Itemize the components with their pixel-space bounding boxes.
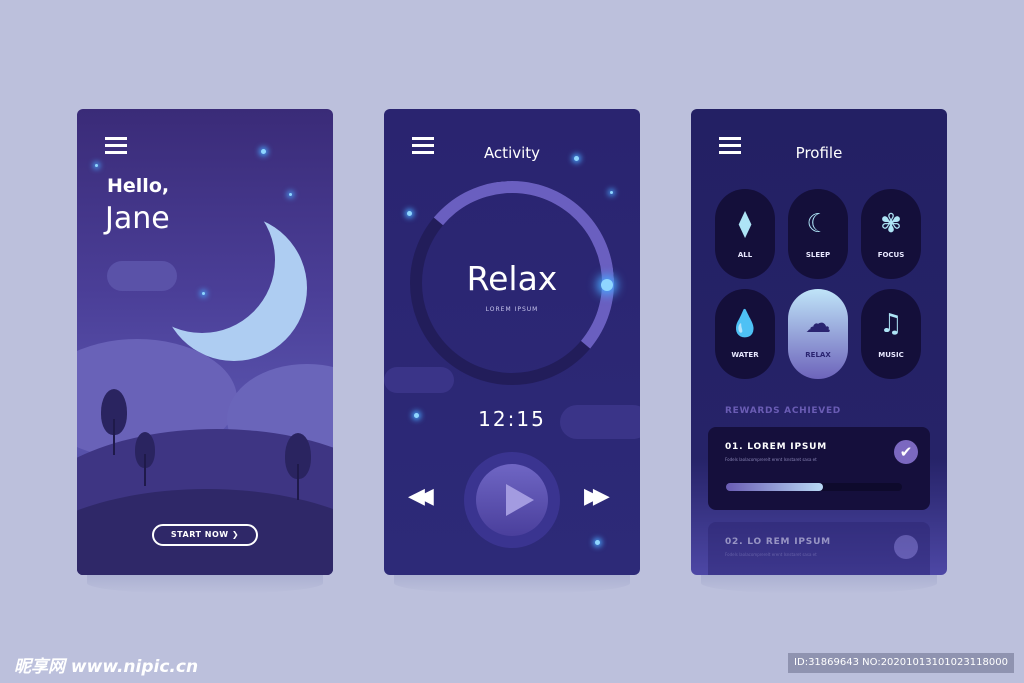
tree-trunk <box>297 464 299 500</box>
play-icon <box>506 484 534 516</box>
brain-icon: ✾ <box>880 209 902 239</box>
screen-title: Activity <box>483 144 541 162</box>
screen-shadow <box>87 572 323 594</box>
greeting: Hello, <box>107 175 170 197</box>
moon-icon: ☾ <box>806 209 830 239</box>
cloud-icon: ☁ <box>805 309 831 339</box>
watermark-id: ID:31869643 NO:20201013101023118000 <box>788 653 1014 673</box>
screen-shadow <box>394 572 630 594</box>
category-focus[interactable]: ✾ FOCUS <box>861 189 921 279</box>
menu-icon[interactable] <box>105 137 127 154</box>
reward-card[interactable]: 02. LO REM IPSUM Fodels laolacomprerelt … <box>708 522 930 575</box>
category-relax[interactable]: ☁ RELAX <box>788 289 848 379</box>
rewind-button[interactable]: ◀◀ <box>408 484 434 509</box>
reward-card[interactable]: 01. LOREM IPSUM Fodels laolacomprerelt e… <box>708 427 930 510</box>
category-label: WATER <box>731 351 759 359</box>
category-label: ALL <box>737 251 753 259</box>
category-grid: ⧫ ALL ☾ SLEEP ✾ FOCUS 💧 WATER ☁ RELAX ♫ MUSIC <box>715 189 921 379</box>
timer: 12:15 <box>478 407 546 431</box>
star-icon <box>595 540 600 545</box>
rewards-heading: REWARDS ACHIEVED <box>725 406 841 416</box>
progress-fill <box>726 483 823 491</box>
reward-progress-bar <box>726 483 902 491</box>
category-sleep[interactable]: ☾ SLEEP <box>788 189 848 279</box>
category-water[interactable]: 💧 WATER <box>715 289 775 379</box>
cloud-illustration <box>384 367 454 393</box>
category-music[interactable]: ♫ MUSIC <box>861 289 921 379</box>
water-drop-icon: 💧 <box>728 309 762 339</box>
cloud-illustration <box>107 261 177 291</box>
star-icon <box>261 149 266 154</box>
category-label: SLEEP <box>805 251 831 259</box>
session-name: Relax <box>466 259 558 298</box>
star-icon <box>95 164 98 167</box>
star-icon <box>574 156 579 161</box>
home-screen: Hello, Jane START NOW ❯ <box>77 109 333 575</box>
tree-trunk <box>144 454 146 486</box>
moon-illustration <box>161 215 307 361</box>
tree-trunk <box>113 419 115 455</box>
start-now-button[interactable]: START NOW ❯ <box>152 524 258 546</box>
reward-description: Fodels laolacomprerelt erent Isnstaret s… <box>725 457 817 462</box>
reward-title: 01. LOREM IPSUM <box>725 442 827 452</box>
star-icon <box>289 193 292 196</box>
screen-title: Profile <box>795 144 843 162</box>
watermark-logo: 昵享网 www.nipic.cn <box>14 657 199 677</box>
check-icon[interactable]: ✔ <box>894 440 918 464</box>
check-circle-icon[interactable] <box>894 535 918 559</box>
session-subtitle: LOREM IPSUM <box>485 306 539 313</box>
forward-button[interactable]: ▶▶ <box>584 484 610 509</box>
category-label: MUSIC <box>878 351 904 359</box>
leaf-icon: ⧫ <box>738 209 752 239</box>
star-icon <box>407 211 412 216</box>
music-icon: ♫ <box>879 309 903 339</box>
screen-shadow <box>701 572 937 594</box>
play-button[interactable] <box>464 452 560 548</box>
reward-description: Fodels laolacomprerelt erent Isnstaret s… <box>725 552 817 557</box>
category-label: RELAX <box>805 351 831 359</box>
star-icon <box>610 191 613 194</box>
profile-screen: Profile ⧫ ALL ☾ SLEEP ✾ FOCUS 💧 WATER ☁ RELAX… <box>691 109 947 575</box>
category-all[interactable]: ⧫ ALL <box>715 189 775 279</box>
reward-title: 02. LO REM IPSUM <box>725 537 831 547</box>
activity-screen: Activity Relax LOREM IPSUM 12:15 ◀◀ ▶▶ <box>384 109 640 575</box>
category-label: FOCUS <box>877 251 905 259</box>
user-name: Jane <box>105 201 170 236</box>
